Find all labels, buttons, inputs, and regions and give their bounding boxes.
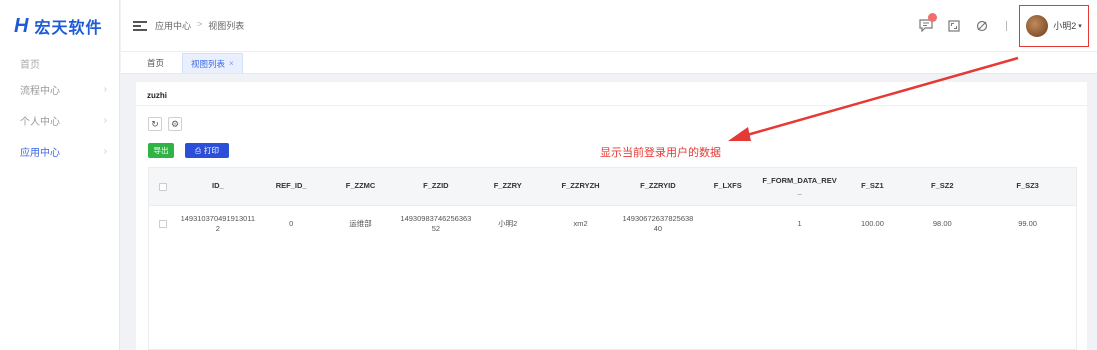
header-actions: 小明2 ▾ [908,0,1097,51]
logo-icon: H [14,14,29,37]
sidebar-item-home[interactable]: 首页 [0,52,119,74]
brand-name: 宏天软件 [34,20,103,37]
column-header[interactable]: F_SZ2 [905,168,979,205]
print-button-label: 打印 [204,146,219,155]
table-cell: 小明2 [498,218,518,228]
column-header[interactable]: ID_ [177,168,259,205]
printer-icon: ⎙ [195,145,201,155]
chevron-right-icon: › [103,115,107,126]
table-cell: xm2 [573,218,588,228]
settings-button[interactable]: ⚙ [168,117,182,131]
breadcrumb-separator: > [197,19,203,29]
column-header[interactable]: F_SZ3 [979,168,1076,205]
page-title: zuzhi [147,91,167,100]
chevron-down-icon: ▾ [1078,22,1082,30]
column-header[interactable]: F_FORM_DATA_REV_ [760,168,840,205]
table-cell: 1493098374625636352 [400,213,472,234]
sidebar-item-label: 首页 [20,59,40,71]
column-header[interactable]: REF_ID_ [259,168,324,205]
export-button-label: 导出 [153,146,169,155]
table-cell: 99.00 [1018,218,1037,228]
sidebar: H 宏天软件 首页 流程中心 › 个人中心 › 应用中心 › [0,0,120,350]
message-icon[interactable] [916,12,937,36]
close-icon[interactable]: × [229,59,234,68]
app-root: H 宏天软件 首页 流程中心 › 个人中心 › 应用中心 › 应用中心 > 视图… [0,0,1097,350]
column-header[interactable]: F_ZZRYZH [541,168,620,205]
table-cell: 100.00 [860,218,884,228]
gear-icon: ⚙ [170,118,180,129]
breadcrumb-item[interactable]: 应用中心 [155,19,191,32]
theme-icon[interactable] [972,16,992,36]
header-divider [1006,20,1007,31]
sidebar-item-personal-center[interactable]: 个人中心 › [0,105,119,136]
table-row[interactable]: 1493103704919130112 0 运维部 14930983746256… [149,205,1076,242]
chevron-right-icon: › [103,84,107,95]
table-cell: 1 [797,218,802,228]
select-all-cell [149,168,177,205]
menu-toggle-icon[interactable] [133,20,147,31]
row-select-cell [149,206,177,242]
column-header[interactable]: F_ZZRY [474,168,541,205]
table-cell: 1493067263782563840 [622,213,694,234]
table-cell [696,206,760,242]
export-button[interactable]: 导出 [148,143,174,158]
table-cell: 98.00 [932,218,952,228]
sidebar-item-label: 流程中心 [20,86,60,97]
annotation-text: 显示当前登录用户的数据 [600,147,721,159]
notification-badge [928,12,937,22]
column-header[interactable]: F_ZZMC [324,168,398,205]
data-table: ID_ REF_ID_ F_ZZMC F_ZZID F_ZZRY F_ZZRYZ… [148,167,1077,350]
table-cell: 0 [289,218,294,228]
chevron-right-icon: › [103,146,107,157]
column-header[interactable]: F_SZ1 [840,168,906,205]
divider [136,105,1087,106]
sidebar-item-label: 应用中心 [20,148,60,159]
tab-home[interactable]: 首页 [139,53,172,73]
sidebar-item-app-center[interactable]: 应用中心 › [0,136,119,167]
tab-bar: 首页 视图列表 × [121,52,1097,74]
table-cell: 运维部 [349,218,372,228]
fullscreen-icon[interactable] [944,16,964,36]
breadcrumb-item-current: 视图列表 [208,21,245,31]
refresh-icon: ↻ [151,118,159,129]
row-checkbox[interactable] [158,220,167,228]
view-list-panel: zuzhi ↻ ⚙ 导出 ⎙ 打印 显示当前登录用户的数据 ID_ REF_ID… [136,82,1087,350]
table-cell: 1493103704919130112 [180,213,256,234]
sidebar-item-label: 个人中心 [20,117,60,128]
user-name: 小明2 [1053,21,1077,31]
tab-view-list[interactable]: 视图列表 × [182,53,243,73]
user-menu[interactable]: 小明2 ▾ [1019,4,1089,47]
table-header-row: ID_ REF_ID_ F_ZZMC F_ZZID F_ZZRY F_ZZRYZ… [149,168,1076,205]
brand-logo[interactable]: H 宏天软件 [0,0,119,52]
avatar [1026,14,1049,37]
column-header[interactable]: F_LXFS [696,168,760,205]
tab-label: 视图列表 [191,58,226,69]
breadcrumb: 应用中心 > 视图列表 [155,19,244,32]
print-button[interactable]: ⎙ 打印 [185,143,229,158]
column-header[interactable]: F_ZZID [397,168,474,205]
sidebar-item-process-center[interactable]: 流程中心 › [0,74,119,105]
select-all-checkbox[interactable] [158,182,167,191]
column-header[interactable]: F_ZZRYID [620,168,696,205]
tab-label: 首页 [147,58,165,68]
refresh-button[interactable]: ↻ [148,117,162,131]
top-header: 应用中心 > 视图列表 小明2 ▾ [121,0,1097,52]
